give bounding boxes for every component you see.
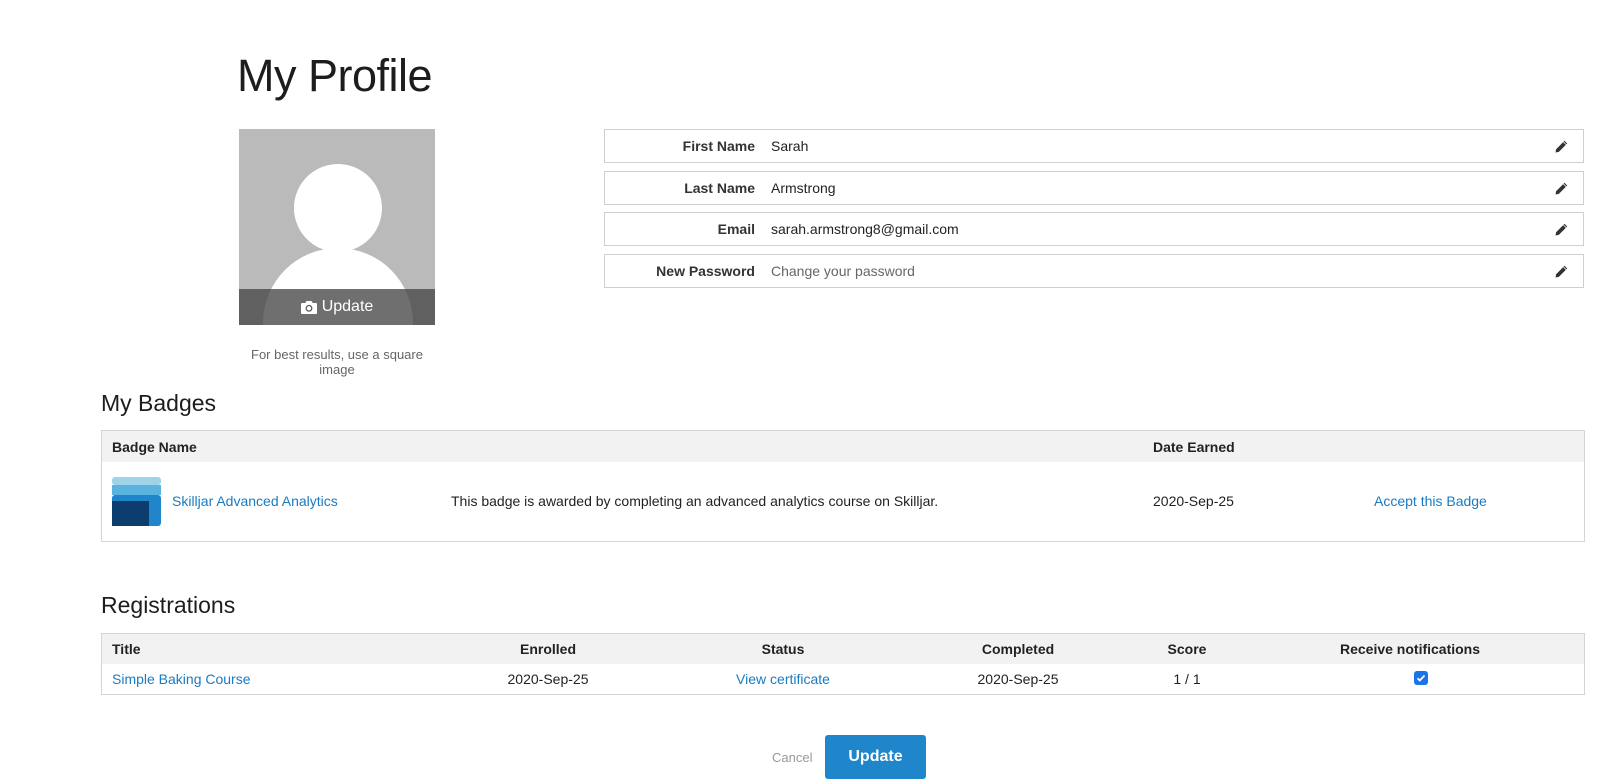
registrations-section-title: Registrations bbox=[101, 592, 236, 618]
field-label: Email bbox=[717, 221, 755, 237]
update-avatar-button[interactable]: Update bbox=[239, 289, 435, 325]
badge-logo bbox=[112, 477, 161, 526]
pencil-icon[interactable] bbox=[1554, 223, 1568, 237]
page-title: My Profile bbox=[237, 50, 433, 101]
field-value: Change your password bbox=[771, 262, 915, 279]
avatar-placeholder-head bbox=[294, 164, 382, 252]
enrolled-date: 2020-Sep-25 bbox=[507, 671, 589, 687]
score-value: 1 / 1 bbox=[1173, 671, 1201, 687]
pencil-icon[interactable] bbox=[1554, 265, 1568, 279]
column-header-date-earned: Date Earned bbox=[1153, 439, 1235, 455]
completed-date: 2020-Sep-25 bbox=[977, 671, 1059, 687]
table-row: Simple Baking Course 2020-Sep-25 View ce… bbox=[102, 664, 1584, 694]
field-label: First Name bbox=[682, 138, 755, 154]
pencil-icon[interactable] bbox=[1554, 182, 1568, 196]
accept-badge-link[interactable]: Accept this Badge bbox=[1374, 493, 1487, 509]
avatar-hint: For best results, use a square image bbox=[251, 347, 423, 377]
pencil-icon[interactable] bbox=[1554, 140, 1568, 154]
update-button[interactable]: Update bbox=[825, 735, 926, 779]
column-header-title: Title bbox=[112, 641, 141, 657]
registrations-table-header: Title Enrolled Status Completed Score Re… bbox=[102, 634, 1584, 664]
cancel-button[interactable]: Cancel bbox=[772, 750, 812, 765]
view-certificate-link[interactable]: View certificate bbox=[736, 671, 830, 687]
field-label: New Password bbox=[656, 262, 755, 279]
field-value: sarah.armstrong8@gmail.com bbox=[771, 221, 959, 237]
column-header-badge-name: Badge Name bbox=[112, 439, 197, 455]
new-password-field[interactable]: New Password Change your password bbox=[604, 253, 1584, 288]
registrations-table: Title Enrolled Status Completed Score Re… bbox=[101, 633, 1585, 695]
camera-icon bbox=[300, 300, 317, 314]
field-label: Last Name bbox=[684, 179, 755, 196]
email-field[interactable]: Email sarah.armstrong8@gmail.com bbox=[604, 212, 1584, 246]
last-name-field[interactable]: Last Name Armstrong bbox=[604, 170, 1584, 205]
badge-name-link[interactable]: Skilljar Advanced Analytics bbox=[172, 493, 338, 509]
column-header-enrolled: Enrolled bbox=[519, 641, 577, 657]
field-value: Sarah bbox=[771, 138, 809, 154]
column-header-receive-notifications: Receive notifications bbox=[1339, 641, 1481, 657]
column-header-score: Score bbox=[1167, 641, 1207, 657]
badge-description: This badge is awarded by completing an a… bbox=[451, 493, 939, 509]
checkmark-icon bbox=[1416, 674, 1426, 682]
column-header-status: Status bbox=[761, 641, 805, 657]
badges-table-header: Badge Name Date Earned bbox=[102, 431, 1584, 462]
field-value: Armstrong bbox=[771, 179, 836, 196]
avatar: Update bbox=[239, 129, 435, 325]
update-avatar-label: Update bbox=[321, 298, 374, 315]
badges-table: Badge Name Date Earned Skilljar Advanced… bbox=[101, 430, 1585, 542]
table-row: Skilljar Advanced Analytics This badge i… bbox=[102, 462, 1584, 542]
course-title-link[interactable]: Simple Baking Course bbox=[112, 671, 251, 687]
badges-section-title: My Badges bbox=[101, 390, 217, 416]
badge-date-earned: 2020-Sep-25 bbox=[1153, 493, 1234, 509]
column-header-completed: Completed bbox=[981, 641, 1055, 657]
profile-fields: First Name Sarah Last Name Armstrong Ema… bbox=[604, 129, 1584, 295]
notifications-checkbox[interactable] bbox=[1414, 671, 1428, 685]
first-name-field[interactable]: First Name Sarah bbox=[604, 129, 1584, 163]
